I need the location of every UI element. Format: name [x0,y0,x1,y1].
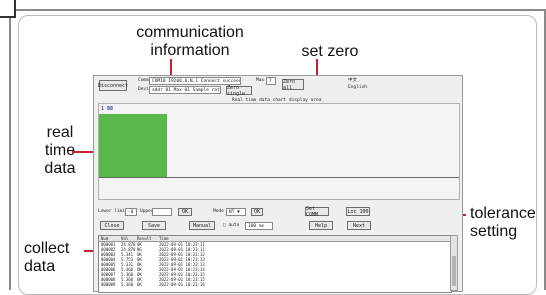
annotation-real-line3: data [44,160,76,177]
mode-ok-button[interactable]: OK [251,208,263,216]
table-header-result: Result [137,236,152,241]
chevron-down-icon: ▼ [237,210,240,215]
max-label: Max [256,78,265,83]
language-english-option[interactable]: English [348,85,367,91]
software-window: Disconnect Comm COM10 19200,8,N,1 Connec… [93,75,463,293]
scrollbar-thumb[interactable] [452,256,456,286]
interval-input[interactable]: 100 ms [245,222,273,230]
auto-label: auto [228,223,240,228]
mode-select[interactable]: NT ▼ [226,208,246,216]
help-button[interactable]: Help [309,221,333,230]
zero-all-button[interactable]: Zero all [282,79,304,91]
table-cell: 000009 [101,282,116,287]
com-label: Comm [138,78,149,83]
annotation-collect: collect data [24,240,94,276]
lower-limit-input[interactable]: -0 [125,208,137,216]
language-chinese-option[interactable]: 中文 [348,78,357,84]
device-info-field: addr 01 Max 01 Sample ratio 50Hz [149,86,221,94]
annotation-tolerance-line1: tolerance [470,205,536,222]
auto-checkbox[interactable]: □ auto [223,223,239,229]
chart-baseline [99,177,459,178]
realtime-chart: 1 88 [98,103,460,200]
max-field[interactable]: 7 [266,77,276,85]
lower-limit-label: Lower limit [98,209,128,214]
annotation-communication-line2: information [150,42,230,59]
data-table: Num Val Result Time 000001 24.870 OK 2022-0… [98,235,452,293]
annotation-set-zero: set zero [301,43,359,60]
annotation-collect-line2: data [24,258,56,275]
realtime-data-bar [99,114,167,177]
annotation-real-line1: real [46,124,74,141]
table-cell: 2022-09-01 10:23:16 [159,282,205,287]
channel-readout: 1 88 [101,106,114,112]
next-button[interactable]: Next [347,221,371,230]
zero-single-button[interactable]: Zero single [226,85,252,97]
tolerance-setting-button[interactable]: Loc 100 [346,207,370,216]
table-cell: 5.360 [121,282,134,287]
annotation-communication: communication information [120,24,260,60]
table-header-val: Val [121,236,129,241]
annotation-communication-line1: communication [136,24,244,41]
mode-label: Mode [213,209,224,214]
limit-ok-button[interactable]: OK [178,208,192,216]
disconnect-button[interactable]: Disconnect [98,80,128,91]
manual-button[interactable]: Manual [189,221,215,230]
mode-value: NT [229,210,235,215]
table-header-time: Time [159,236,169,241]
upper-limit-input[interactable] [152,208,172,216]
checkbox-icon: □ [223,223,226,228]
annotation-collect-line1: collect [24,240,70,257]
table-scrollbar[interactable] [450,235,458,291]
save-button[interactable]: Save [142,221,166,230]
table-header-row: Num Val Result Time [99,236,451,242]
table-cell: OK [137,282,142,287]
frame-corner [0,0,16,18]
close-button[interactable]: Close [100,221,124,230]
annotation-tolerance: tolerance setting [470,205,540,241]
set-comm-button[interactable]: Set COMM [305,206,329,218]
table-header-num: Num [101,236,109,241]
annotation-tolerance-line2: setting [470,223,518,240]
